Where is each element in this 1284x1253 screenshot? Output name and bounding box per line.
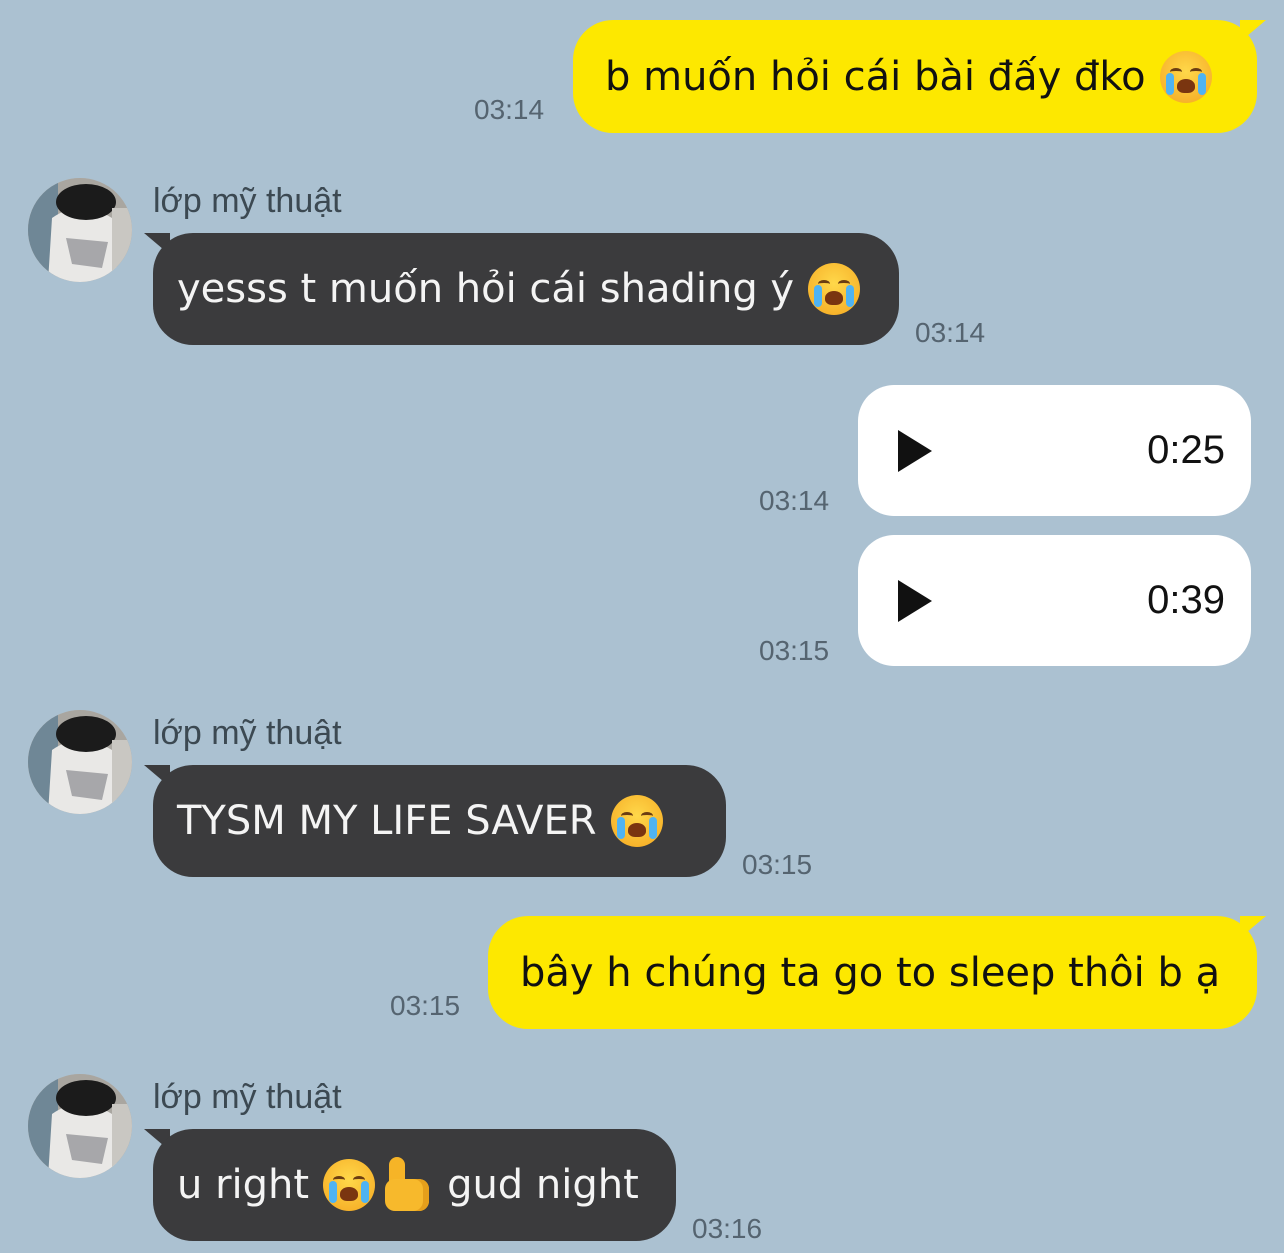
play-icon[interactable] <box>898 579 932 622</box>
voice-duration: 0:25 <box>1147 428 1225 472</box>
sender-name: lớp mỹ thuật <box>153 714 342 752</box>
message-time: 03:16 <box>692 1213 763 1244</box>
message-text: u right <box>177 1162 310 1208</box>
incoming-message-bubble[interactable]: yesss t muốn hỏi cái shading ý <box>153 233 899 345</box>
crying-face-emoji-icon <box>323 1159 376 1211</box>
incoming-message-bubble[interactable]: TYSM MY LIFE SAVER <box>153 765 726 877</box>
message-text: bây h chúng ta go to sleep thôi b ạ <box>520 949 1221 996</box>
voice-message-bubble[interactable]: 0:25 <box>858 385 1251 516</box>
crying-face-emoji-icon <box>610 795 663 847</box>
sender-name: lớp mỹ thuật <box>153 182 342 220</box>
message-text: TYSM MY LIFE SAVER <box>177 798 597 844</box>
thumbs-up-emoji-icon <box>381 1157 433 1213</box>
message-time: 03:15 <box>390 990 461 1021</box>
sender-name: lớp mỹ thuật <box>153 1078 342 1116</box>
crying-face-emoji-icon <box>1159 50 1212 103</box>
avatar[interactable] <box>28 178 132 282</box>
play-icon[interactable] <box>898 429 932 472</box>
avatar-photo-icon <box>28 1074 132 1178</box>
avatar-photo-icon <box>28 178 132 282</box>
message-text: yesss t muốn hỏi cái shading ý <box>177 266 795 312</box>
outgoing-message-bubble[interactable]: b muốn hỏi cái bài đấy đko <box>573 20 1257 133</box>
message-time: 03:14 <box>474 94 545 125</box>
avatar[interactable] <box>28 710 132 814</box>
avatar-photo-icon <box>28 710 132 814</box>
avatar[interactable] <box>28 1074 132 1178</box>
voice-duration: 0:39 <box>1147 578 1225 622</box>
message-text: gud night <box>447 1162 639 1208</box>
chat-screen: { "messages": [ {"direction": "out", "te… <box>0 0 1284 1253</box>
message-text: b muốn hỏi cái bài đấy đko <box>605 53 1146 100</box>
message-time: 03:15 <box>742 849 813 880</box>
incoming-message-bubble[interactable]: u right gud night <box>153 1129 676 1241</box>
message-time: 03:15 <box>759 635 830 666</box>
message-time: 03:14 <box>915 317 986 348</box>
outgoing-message-bubble[interactable]: bây h chúng ta go to sleep thôi b ạ <box>488 916 1257 1029</box>
bubble-tail <box>1240 916 1266 938</box>
crying-face-emoji-icon <box>808 263 861 315</box>
bubble-tail <box>1240 20 1266 42</box>
voice-message-bubble[interactable]: 0:39 <box>858 535 1251 666</box>
message-time: 03:14 <box>759 485 830 516</box>
